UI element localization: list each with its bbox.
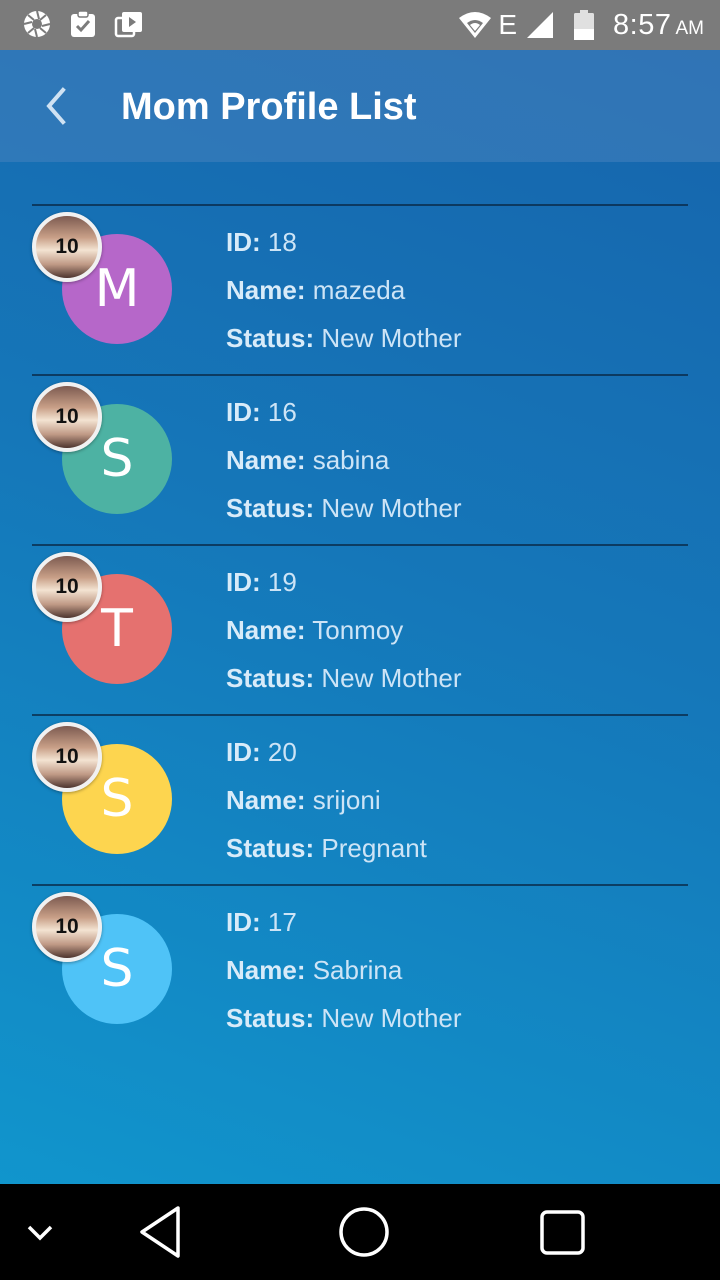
profile-name: Tonmoy (312, 615, 404, 645)
clipboard-check-icon (71, 10, 95, 37)
name-label: Name: (226, 785, 306, 815)
profile-name: Sabrina (312, 955, 403, 985)
level-badge: 10 (32, 382, 102, 452)
back-triangle-icon[interactable] (136, 1204, 186, 1260)
camera-aperture-icon (23, 10, 51, 38)
profile-id: 18 (267, 227, 297, 257)
profile-id: 19 (267, 567, 297, 597)
wifi-icon (459, 12, 492, 38)
clock-ampm: AM (675, 17, 705, 39)
list-item[interactable]: T 10 ID: 19 Name: Tonmoy Status: New Mot… (32, 544, 688, 714)
level-badge: 10 (32, 892, 102, 962)
app-screen: E 8:57 AM Mom Profile List M 10 ID: 18 N… (0, 0, 720, 1280)
home-circle-icon[interactable] (336, 1204, 392, 1260)
profile-name: srijoni (312, 785, 381, 815)
status-label: Status: (226, 323, 315, 353)
list-item[interactable]: S 10 ID: 17 Name: Sabrina Status: New Mo… (32, 884, 688, 1054)
profile-name: sabina (312, 445, 390, 475)
recents-square-icon[interactable] (538, 1208, 588, 1258)
id-label: ID: (226, 567, 261, 597)
profile-status: New Mother (321, 323, 462, 353)
profile-status: New Mother (321, 1003, 462, 1033)
media-library-icon (114, 12, 142, 38)
level-badge: 10 (32, 212, 102, 282)
network-type: E (498, 9, 518, 40)
name-label: Name: (226, 955, 306, 985)
list-item[interactable]: M 10 ID: 18 Name: mazeda Status: New Mot… (32, 204, 688, 374)
signal-icon (527, 12, 554, 38)
status-label: Status: (226, 1003, 315, 1033)
clock-time: 8:57 (613, 8, 672, 41)
id-label: ID: (226, 397, 261, 427)
profile-status: New Mother (321, 663, 462, 693)
profile-id: 20 (267, 737, 297, 767)
chevron-down-icon[interactable] (24, 1220, 56, 1244)
list-item[interactable]: S 10 ID: 20 Name: srijoni Status: Pregna… (32, 714, 688, 884)
profile-list: M 10 ID: 18 Name: mazeda Status: New Mot… (32, 204, 688, 1054)
list-item[interactable]: S 10 ID: 16 Name: sabina Status: New Mot… (32, 374, 688, 544)
battery-icon (574, 10, 595, 40)
profile-status: New Mother (321, 493, 462, 523)
page-title: Mom Profile List (121, 86, 417, 128)
name-label: Name: (226, 445, 306, 475)
back-button[interactable] (30, 80, 82, 132)
id-label: ID: (226, 907, 261, 937)
chevron-left-icon (46, 87, 66, 125)
status-label: Status: (226, 833, 315, 863)
status-label: Status: (226, 493, 315, 523)
level-badge: 10 (32, 552, 102, 622)
name-label: Name: (226, 615, 306, 645)
id-label: ID: (226, 227, 261, 257)
profile-id: 16 (267, 397, 297, 427)
name-label: Name: (226, 275, 306, 305)
profile-name: mazeda (312, 275, 406, 305)
app-bar: Mom Profile List (0, 50, 720, 162)
profile-status: Pregnant (321, 833, 427, 863)
profile-id: 17 (267, 907, 297, 937)
status-label: Status: (226, 663, 315, 693)
status-bar: E 8:57 AM (0, 0, 720, 50)
id-label: ID: (226, 737, 261, 767)
level-badge: 10 (32, 722, 102, 792)
system-nav-bar (0, 1184, 720, 1280)
